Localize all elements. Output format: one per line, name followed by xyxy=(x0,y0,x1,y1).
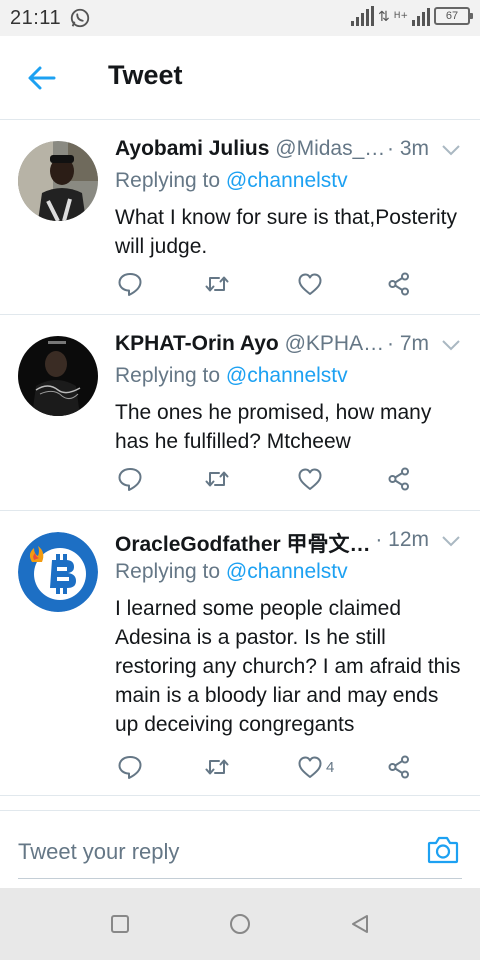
heart-icon xyxy=(298,756,322,778)
battery-icon: 67 xyxy=(434,7,473,25)
tweet-author-handle[interactable]: @KPHA… xyxy=(285,332,385,355)
retweet-icon xyxy=(205,276,229,292)
replying-to-label: Replying to xyxy=(115,560,226,583)
like-button[interactable] xyxy=(297,465,326,493)
tweet-actions xyxy=(115,465,465,495)
retweet-button[interactable] xyxy=(204,465,230,493)
tweet-author-name[interactable]: KPHAT-Orin Ayo xyxy=(115,332,279,355)
tweet-header: Ayobami Julius @Midas_… · 3m xyxy=(115,137,465,167)
signal-icon xyxy=(350,6,374,26)
reply-button[interactable] xyxy=(117,465,143,493)
avatar[interactable] xyxy=(18,532,98,612)
share-icon xyxy=(388,272,409,296)
tweet-header: OracleGodfather 甲骨文… · 12m xyxy=(115,528,465,558)
replying-to-mention[interactable]: @channelstv xyxy=(226,169,348,192)
recent-apps-icon[interactable] xyxy=(108,912,132,936)
camera-icon[interactable] xyxy=(426,833,460,867)
reply-button[interactable] xyxy=(117,753,143,781)
like-count: 4 xyxy=(326,758,335,776)
tweet-timestamp: · 12m xyxy=(373,528,429,552)
data-transfer-icon: ⇅ xyxy=(377,7,390,24)
replying-to: Replying to @channelstv xyxy=(115,560,348,584)
heart-icon xyxy=(298,273,322,295)
whatsapp-icon xyxy=(70,8,90,28)
avatar[interactable] xyxy=(18,336,98,416)
tweet-text: The ones he promised, how many has he fu… xyxy=(115,401,432,453)
battery-level: 67 xyxy=(445,10,459,22)
replying-to-label: Replying to xyxy=(115,364,226,387)
chevron-down-icon[interactable] xyxy=(441,534,461,548)
app-header: Tweet xyxy=(0,36,480,120)
share-button[interactable] xyxy=(386,270,412,298)
replying-to: Replying to @channelstv xyxy=(115,169,348,193)
status-bar: 21:11 ⇅ H+ 67 xyxy=(0,0,480,36)
reply-input[interactable] xyxy=(18,835,462,879)
retweet-button[interactable] xyxy=(204,270,230,298)
tweet-text: I learned some people claimed Adesina is… xyxy=(115,597,461,736)
system-nav-bar xyxy=(0,888,480,960)
back-triangle-icon[interactable] xyxy=(348,912,372,936)
retweet-button[interactable] xyxy=(204,753,230,781)
reply-icon xyxy=(118,273,142,296)
tweet-text: What I know for sure is that,Posterity w… xyxy=(115,206,457,258)
page-title: Tweet xyxy=(108,60,183,90)
like-button[interactable]: 4 xyxy=(297,753,334,781)
share-icon xyxy=(388,755,409,779)
network-type-label: H+ xyxy=(393,10,408,21)
tweet-item[interactable]: OracleGodfather 甲骨文… · 12m Replying to @… xyxy=(0,512,480,796)
tweet-item[interactable]: Ayobami Julius @Midas_… · 3m Replying to… xyxy=(0,121,480,315)
reply-icon xyxy=(118,468,142,491)
chevron-down-icon[interactable] xyxy=(441,338,461,352)
tweet-timestamp: · 7m xyxy=(385,332,429,356)
status-time: 21:11 xyxy=(10,6,62,29)
chevron-down-icon[interactable] xyxy=(441,143,461,157)
tweet-actions: 4 xyxy=(115,753,465,783)
signal-icon-secondary xyxy=(412,6,430,26)
reply-button[interactable] xyxy=(117,270,143,298)
share-button[interactable] xyxy=(386,465,412,493)
replying-to-mention[interactable]: @channelstv xyxy=(226,560,348,583)
replying-to: Replying to @channelstv xyxy=(115,364,348,388)
like-button[interactable] xyxy=(297,270,326,298)
reply-icon xyxy=(118,756,142,779)
tweet-author-name[interactable]: OracleGodfather 甲骨文… xyxy=(115,533,371,556)
status-indicators: ⇅ H+ 67 xyxy=(350,6,473,26)
tweet-author-handle[interactable]: @Midas_… xyxy=(275,137,385,160)
tweet-timestamp: · 3m xyxy=(385,137,429,161)
tweet-item[interactable]: KPHAT-Orin Ayo @KPHA… · 7m Replying to @… xyxy=(0,316,480,511)
back-arrow-icon[interactable] xyxy=(26,64,58,92)
retweet-icon xyxy=(205,759,229,775)
home-icon[interactable] xyxy=(228,912,252,936)
avatar[interactable] xyxy=(18,141,98,221)
reply-composer xyxy=(0,810,480,888)
replying-to-label: Replying to xyxy=(115,169,226,192)
tweet-header: KPHAT-Orin Ayo @KPHA… · 7m xyxy=(115,332,465,362)
replying-to-mention[interactable]: @channelstv xyxy=(226,364,348,387)
tweet-author-name[interactable]: Ayobami Julius xyxy=(115,137,269,160)
share-button[interactable] xyxy=(386,753,412,781)
tweet-actions xyxy=(115,270,465,300)
share-icon xyxy=(388,467,409,491)
heart-icon xyxy=(298,468,322,490)
retweet-icon xyxy=(205,471,229,487)
